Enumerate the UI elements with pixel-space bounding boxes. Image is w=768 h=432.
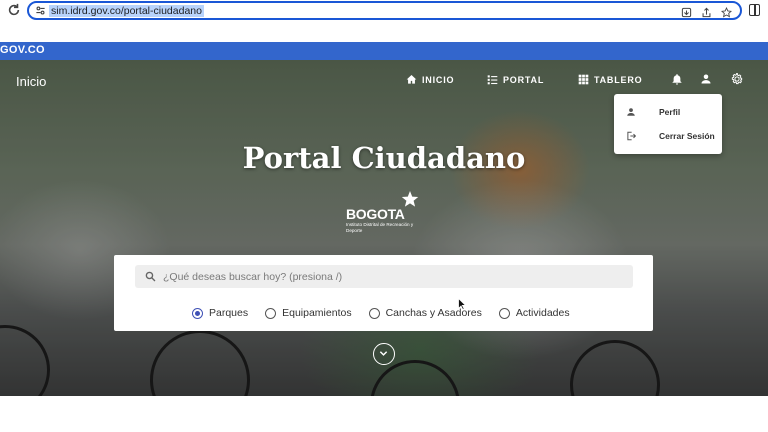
gov-co-bar: GOV.CO bbox=[0, 42, 768, 60]
radio-actividades[interactable]: Actividades bbox=[498, 307, 570, 319]
search-input[interactable] bbox=[163, 265, 623, 288]
bookmark-star-icon[interactable] bbox=[720, 5, 733, 18]
nav-item-tablero[interactable]: TABLERO bbox=[578, 74, 642, 85]
address-bar[interactable]: sim.idrd.gov.co/portal-ciudadano bbox=[27, 1, 742, 20]
reload-icon[interactable] bbox=[7, 3, 21, 17]
url-text[interactable]: sim.idrd.gov.co/portal-ciudadano bbox=[49, 5, 204, 17]
search-card: Parques Equipamientos Canchas y Asadores… bbox=[114, 255, 653, 331]
site-info-icon[interactable] bbox=[35, 5, 46, 16]
radio-button[interactable] bbox=[265, 307, 277, 319]
home-icon bbox=[406, 75, 417, 84]
scroll-down-button[interactable] bbox=[373, 343, 395, 365]
radio-button-selected[interactable] bbox=[192, 307, 203, 319]
gov-co-logo[interactable]: GOV.CO bbox=[0, 44, 45, 56]
radio-label: Equipamientos bbox=[282, 307, 352, 319]
person-icon bbox=[627, 108, 635, 116]
nav-item-portal[interactable]: PORTAL bbox=[487, 74, 544, 85]
radio-button[interactable] bbox=[498, 307, 510, 319]
radio-button[interactable] bbox=[368, 307, 380, 319]
nav-item-label: INICIO bbox=[422, 74, 455, 85]
logout-icon bbox=[627, 131, 636, 141]
install-app-icon[interactable] bbox=[681, 5, 692, 18]
radio-parques[interactable]: Parques bbox=[192, 307, 248, 319]
nav-item-label: TABLERO bbox=[594, 74, 643, 85]
menu-item-label: Cerrar Sesión bbox=[659, 131, 715, 141]
list-icon bbox=[487, 75, 498, 85]
menu-item-cerrar-sesion[interactable]: Cerrar Sesión bbox=[614, 124, 722, 148]
gear-icon[interactable] bbox=[731, 73, 743, 85]
address-bar-tools bbox=[681, 5, 733, 18]
bogota-idrd-logo: BOGOTA Instituto Distrital de Recreación… bbox=[346, 190, 426, 236]
radio-equipamientos[interactable]: Equipamientos bbox=[265, 307, 352, 319]
side-panel-icon[interactable] bbox=[749, 4, 760, 16]
logo-subtitle: Instituto Distrital de Recreación y Depo… bbox=[346, 222, 414, 233]
search-field[interactable] bbox=[135, 265, 633, 288]
radio-label: Parques bbox=[209, 307, 249, 319]
grid-icon bbox=[578, 74, 589, 85]
mouse-cursor-icon bbox=[458, 298, 466, 310]
search-category-radios: Parques Equipamientos Canchas y Asadores… bbox=[192, 307, 587, 319]
search-icon bbox=[145, 271, 156, 282]
user-dropdown-menu: Perfil Cerrar Sesión bbox=[614, 94, 722, 154]
nav-item-inicio[interactable]: INICIO bbox=[406, 74, 454, 85]
user-icon[interactable] bbox=[700, 73, 712, 85]
menu-item-label: Perfil bbox=[659, 107, 681, 117]
menu-item-perfil[interactable]: Perfil bbox=[614, 100, 722, 124]
radio-label: Canchas y Asadores bbox=[385, 307, 482, 319]
logo-wordmark: BOGOTA bbox=[346, 206, 405, 222]
radio-label: Actividades bbox=[515, 307, 570, 319]
chevron-down-icon bbox=[379, 351, 388, 356]
share-icon[interactable] bbox=[701, 5, 712, 18]
bell-icon[interactable] bbox=[671, 73, 683, 85]
nav-item-label: PORTAL bbox=[503, 74, 545, 85]
browser-toolbar: sim.idrd.gov.co/portal-ciudadano bbox=[0, 0, 768, 22]
brand-link-inicio[interactable]: Inicio bbox=[16, 74, 46, 89]
